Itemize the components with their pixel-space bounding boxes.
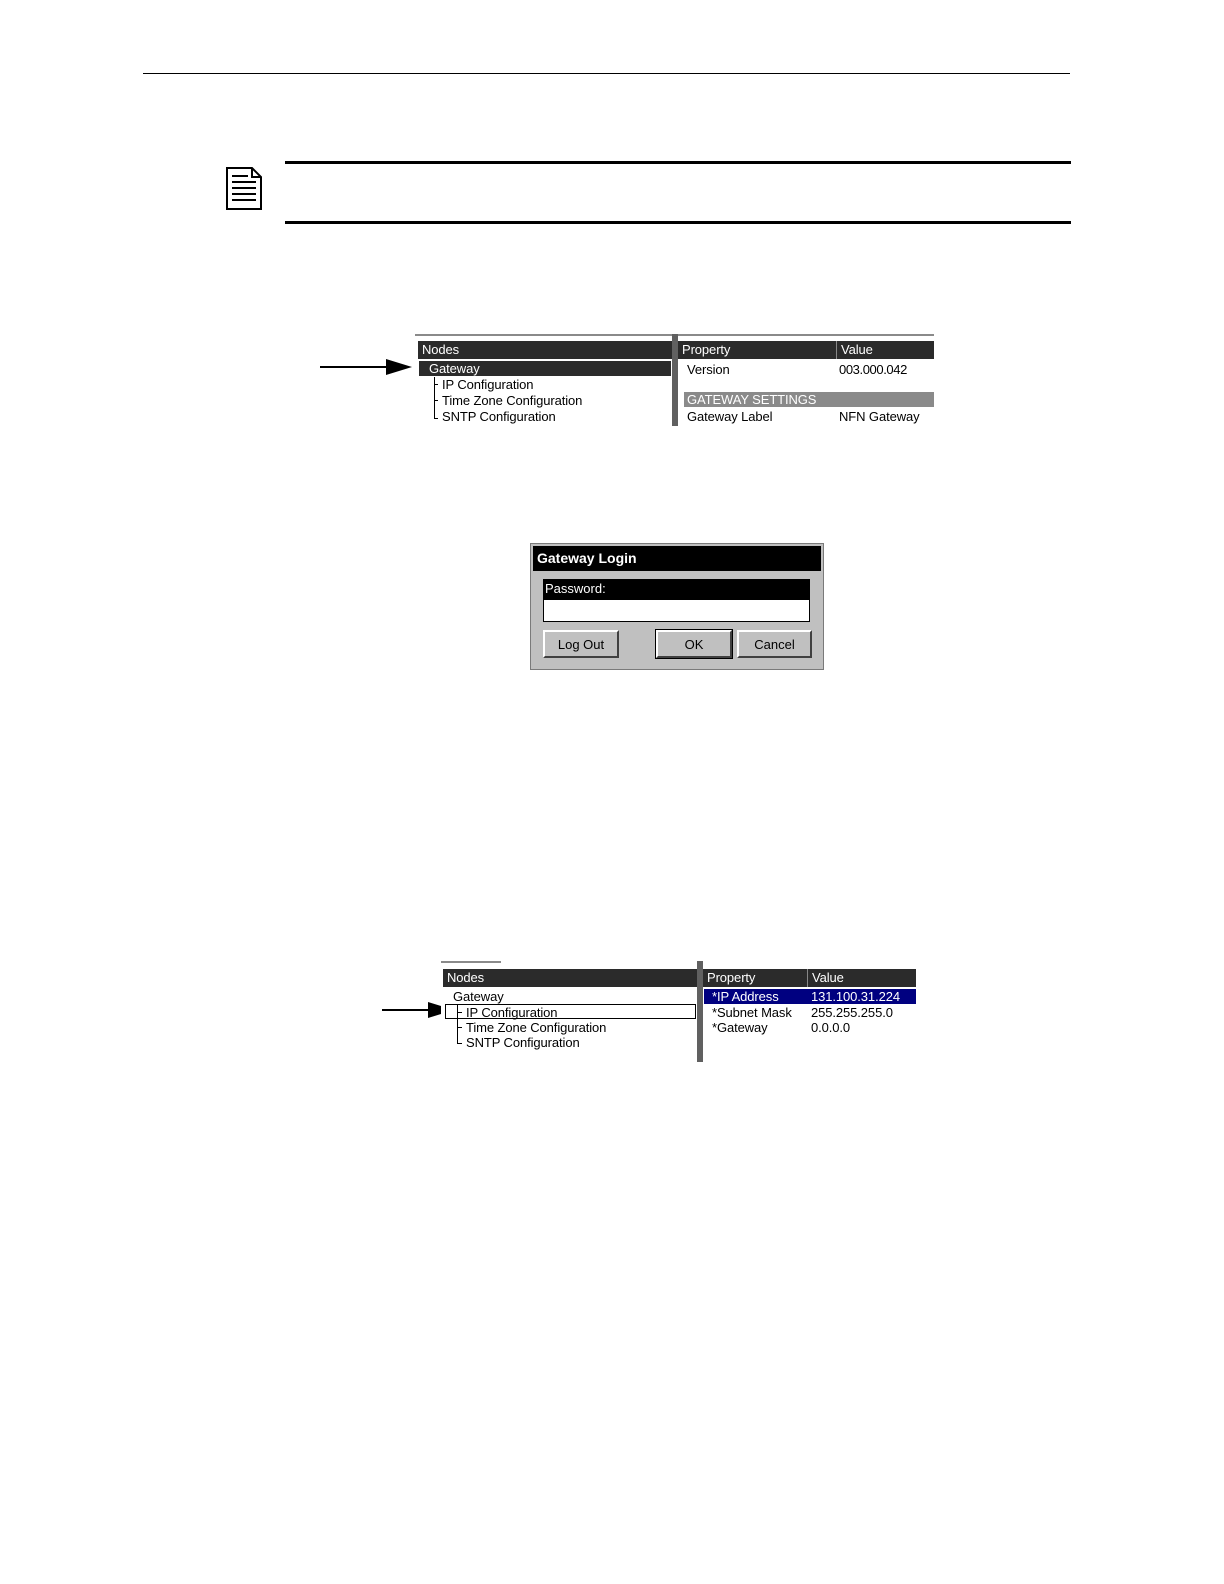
- value-column-header[interactable]: Value: [807, 969, 916, 987]
- page-header-rule: [143, 73, 1070, 74]
- value-version[interactable]: 003.000.042: [839, 362, 907, 377]
- value-gateway[interactable]: 0.0.0.0: [811, 1020, 850, 1035]
- gateway-config-screenshot: Nodes Property Value Gateway IP Configur…: [415, 334, 934, 426]
- tree-item-time-zone-configuration[interactable]: Time Zone Configuration: [466, 1020, 606, 1035]
- value-subnet-mask[interactable]: 255.255.255.0: [811, 1005, 893, 1020]
- gateway-login-dialog: Gateway Login Password: Log Out OK Cance…: [530, 543, 824, 670]
- tree-item-ip-configuration[interactable]: IP Configuration: [442, 377, 533, 392]
- log-out-button[interactable]: Log Out: [543, 630, 619, 658]
- property-column-header[interactable]: Property: [703, 969, 807, 987]
- section-gateway-settings: GATEWAY SETTINGS: [687, 392, 817, 407]
- property-version[interactable]: Version: [687, 362, 730, 377]
- property-gateway-label[interactable]: Gateway Label: [687, 409, 773, 424]
- value-ip-address[interactable]: 131.100.31.224: [811, 989, 900, 1004]
- note-top-rule: [285, 161, 1071, 164]
- ip-configuration-screenshot: Nodes Property Value Gateway IP Configur…: [441, 961, 916, 1062]
- password-label: Password:: [543, 579, 810, 599]
- nodes-column-header[interactable]: Nodes: [418, 341, 672, 359]
- nodes-column-header[interactable]: Nodes: [443, 969, 697, 987]
- property-ip-address[interactable]: *IP Address: [712, 989, 779, 1004]
- tree-item-gateway[interactable]: Gateway: [429, 361, 480, 376]
- arrow-icon: [320, 359, 412, 375]
- value-column-header[interactable]: Value: [836, 341, 934, 359]
- tree-item-sntp-configuration[interactable]: SNTP Configuration: [466, 1035, 580, 1050]
- cancel-button[interactable]: Cancel: [737, 630, 812, 658]
- tree-item-sntp-configuration[interactable]: SNTP Configuration: [442, 409, 556, 424]
- property-subnet-mask[interactable]: *Subnet Mask: [712, 1005, 792, 1020]
- tree-item-time-zone-configuration[interactable]: Time Zone Configuration: [442, 393, 582, 408]
- ok-button[interactable]: OK: [655, 629, 733, 659]
- password-input[interactable]: [543, 599, 810, 622]
- document-note-icon: [226, 167, 262, 210]
- value-gateway-label[interactable]: NFN Gateway: [839, 409, 920, 424]
- tree-item-gateway[interactable]: Gateway: [453, 989, 504, 1004]
- tree-item-ip-configuration[interactable]: IP Configuration: [466, 1005, 557, 1020]
- dialog-title: Gateway Login: [533, 546, 821, 571]
- property-gateway[interactable]: *Gateway: [712, 1020, 768, 1035]
- note-bottom-rule: [285, 221, 1071, 224]
- property-column-header[interactable]: Property: [678, 341, 836, 359]
